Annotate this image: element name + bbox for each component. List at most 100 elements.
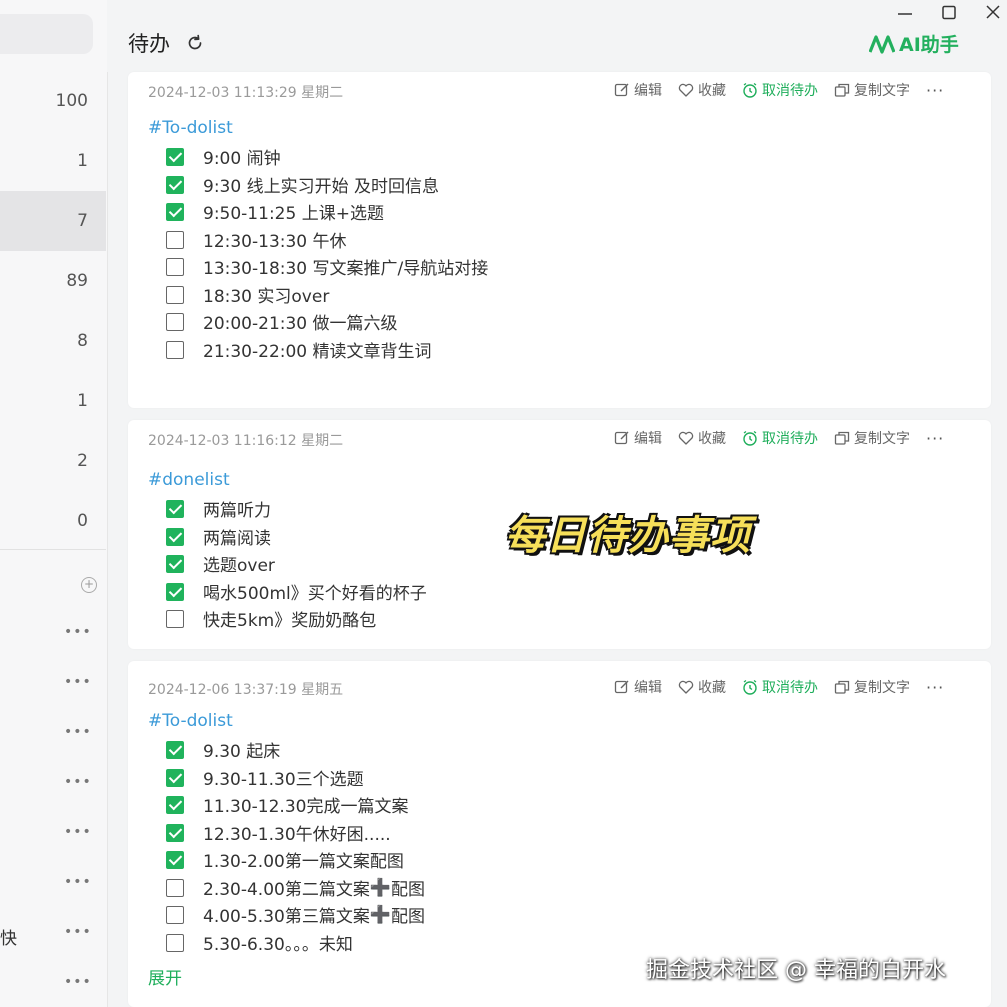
sidebar-count: 100 (55, 91, 88, 111)
minimize-icon[interactable] (894, 4, 916, 22)
todo-text: 12:30-13:30 午休 (203, 232, 347, 252)
cancel-todo-button[interactable]: 取消待办 (742, 428, 818, 448)
todo-text-suffix: 配图 (391, 907, 426, 927)
todo-checkbox-checked[interactable] (166, 795, 184, 814)
more-options-icon[interactable]: ··· (926, 429, 944, 448)
favorite-label: 收藏 (698, 83, 726, 99)
todo-text: 9:50-11:25 上课+选题 (203, 204, 384, 224)
more-icon[interactable]: ••• (64, 975, 91, 989)
sidebar-count-row[interactable]: 1 (0, 371, 106, 431)
todo-checkbox-checked[interactable] (166, 823, 184, 842)
edit-icon (614, 680, 629, 694)
note-tag[interactable]: #To-dolist (148, 118, 233, 138)
cancel-todo-button[interactable]: 取消待办 (742, 677, 818, 697)
edit-button[interactable]: 编辑 (614, 80, 662, 100)
todo-text: 9.30 起床 (203, 742, 281, 762)
more-options-icon[interactable]: ··· (926, 81, 944, 100)
maximize-icon[interactable] (938, 4, 960, 22)
ai-assistant-label: AI助手 (899, 34, 959, 56)
sidebar-count: 89 (66, 271, 88, 291)
copy-text-label: 复制文字 (854, 431, 910, 447)
sidebar-count-row[interactable]: 100 (0, 71, 106, 131)
todo-checkbox[interactable] (166, 340, 184, 359)
todo-item: 4.00-5.30第三篇文案 ➕ 配图 (166, 902, 425, 927)
todo-item: 20:00-21:30 做一篇六级 (166, 309, 398, 334)
todo-item: 12:30-13:30 午休 (166, 227, 347, 252)
more-icon[interactable]: ••• (64, 925, 91, 939)
favorite-button[interactable]: 收藏 (678, 428, 726, 448)
todo-checkbox-checked[interactable] (166, 582, 184, 601)
sidebar-search-box[interactable] (0, 14, 93, 54)
note-actions: 编辑 收藏 取消待办 复制文字 ··· (614, 677, 944, 697)
copy-text-button[interactable]: 复制文字 (834, 428, 910, 448)
copy-icon (834, 680, 850, 694)
close-icon[interactable] (982, 4, 1004, 22)
todo-checkbox-checked[interactable] (166, 527, 184, 546)
edit-button[interactable]: 编辑 (614, 677, 662, 697)
note-tag[interactable]: #donelist (148, 470, 230, 490)
todo-checkbox-checked[interactable] (166, 740, 184, 759)
expand-link[interactable]: 展开 (148, 964, 182, 989)
clock-icon (743, 430, 757, 446)
todo-text: 21:30-22:00 精读文章背生词 (203, 342, 432, 362)
sidebar-count-row[interactable]: 89 (0, 251, 106, 311)
overlay-caption: 每日待办事项 (505, 513, 751, 559)
todo-checkbox[interactable] (166, 312, 184, 331)
favorite-button[interactable]: 收藏 (678, 80, 726, 100)
copy-text-button[interactable]: 复制文字 (834, 677, 910, 697)
todo-checkbox-checked[interactable] (166, 202, 184, 221)
note-tag[interactable]: #To-dolist (148, 711, 233, 731)
todo-item: 两篇阅读 (166, 524, 271, 549)
heart-icon (678, 431, 694, 445)
heart-icon (678, 680, 694, 694)
copy-icon (834, 83, 850, 97)
todo-checkbox-checked[interactable] (166, 850, 184, 869)
sidebar-count-row[interactable]: 8 (0, 311, 106, 371)
more-icon[interactable]: ••• (64, 825, 91, 839)
sidebar-count-row[interactable]: 1 (0, 131, 106, 191)
note-actions: 编辑 收藏 取消待办 复制文字 ··· (614, 428, 944, 448)
refresh-icon[interactable] (185, 33, 205, 53)
clock-icon (743, 679, 757, 695)
copy-text-button[interactable]: 复制文字 (834, 80, 910, 100)
ai-logo-icon (869, 34, 895, 54)
todo-text: 20:00-21:30 做一篇六级 (203, 314, 398, 334)
sidebar-count: 1 (77, 151, 88, 171)
todo-checkbox[interactable] (166, 609, 184, 628)
more-icon[interactable]: ••• (64, 775, 91, 789)
sidebar-count: 0 (77, 511, 88, 531)
todo-checkbox[interactable] (166, 285, 184, 304)
todo-text: 4.00-5.30第三篇文案 (203, 907, 370, 927)
todo-checkbox[interactable] (166, 878, 184, 897)
todo-checkbox[interactable] (166, 257, 184, 276)
todo-checkbox-checked[interactable] (166, 768, 184, 787)
todo-text: 9:00 闹钟 (203, 149, 281, 169)
favorite-button[interactable]: 收藏 (678, 677, 726, 697)
todo-checkbox[interactable] (166, 933, 184, 952)
cancel-todo-label: 取消待办 (762, 680, 818, 696)
more-icon[interactable]: ••• (64, 875, 91, 889)
more-icon[interactable]: ••• (64, 725, 91, 739)
sidebar-count-row[interactable]: 0 (0, 491, 106, 551)
page-title: 待办 (128, 32, 170, 56)
todo-checkbox-checked[interactable] (166, 147, 184, 166)
todo-text: 13:30-18:30 写文案推广/导航站对接 (203, 259, 489, 279)
copy-text-label: 复制文字 (854, 83, 910, 99)
edit-button[interactable]: 编辑 (614, 428, 662, 448)
todo-checkbox-checked[interactable] (166, 175, 184, 194)
todo-checkbox-checked[interactable] (166, 499, 184, 518)
todo-text: 11.30-12.30完成一篇文案 (203, 797, 409, 817)
cancel-todo-button[interactable]: 取消待办 (742, 80, 818, 100)
sidebar-count-row[interactable]: 2 (0, 431, 106, 491)
more-icon[interactable]: ••• (64, 625, 91, 639)
add-tag-icon[interactable]: + (81, 577, 97, 593)
todo-checkbox-checked[interactable] (166, 554, 184, 573)
sidebar-count-row-active[interactable]: 7 (0, 191, 106, 251)
todo-checkbox[interactable] (166, 230, 184, 249)
more-icon[interactable]: ••• (64, 675, 91, 689)
cancel-todo-label: 取消待办 (762, 431, 818, 447)
ai-assistant-button[interactable]: AI助手 (869, 30, 959, 57)
more-options-icon[interactable]: ··· (926, 678, 944, 697)
favorite-label: 收藏 (698, 680, 726, 696)
todo-checkbox[interactable] (166, 905, 184, 924)
